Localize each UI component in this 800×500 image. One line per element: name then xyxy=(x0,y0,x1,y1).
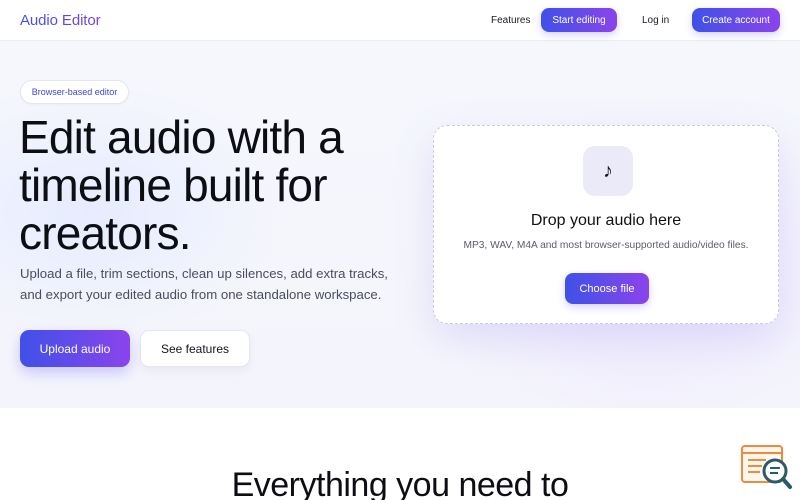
hero-headline: Edit audio with a timeline built for cre… xyxy=(19,111,344,259)
dropzone-subtitle: MP3, WAV, M4A and most browser-supported… xyxy=(463,240,749,251)
top-nav: Audio Editor Features Start editing Log … xyxy=(0,0,800,41)
music-note-glyph: ♪ xyxy=(603,159,613,182)
page: Audio Editor Features Start editing Log … xyxy=(0,0,800,500)
see-features-button[interactable]: See features xyxy=(140,330,250,367)
hero-subtext: Upload a file, trim sections, clean up s… xyxy=(20,266,388,302)
music-note-icon: ♪ xyxy=(583,146,633,196)
nav-link-features[interactable]: Features xyxy=(491,15,530,26)
search-chat-icon[interactable] xyxy=(740,444,792,490)
audio-dropzone[interactable]: ♪ Drop your audio here MP3, WAV, M4A and… xyxy=(433,125,779,324)
choose-file-button[interactable]: Choose file xyxy=(565,273,649,304)
login-link[interactable]: Log in xyxy=(642,15,669,26)
create-account-button[interactable]: Create account xyxy=(692,8,780,32)
hero-badge: Browser-based editor xyxy=(20,80,129,104)
dropzone-title: Drop your audio here xyxy=(530,212,682,229)
start-editing-button[interactable]: Start editing xyxy=(541,8,617,32)
brand-logo[interactable]: Audio Editor xyxy=(20,12,101,29)
upload-audio-button[interactable]: Upload audio xyxy=(20,330,130,367)
features-heading: Everything you need to xyxy=(231,466,569,500)
